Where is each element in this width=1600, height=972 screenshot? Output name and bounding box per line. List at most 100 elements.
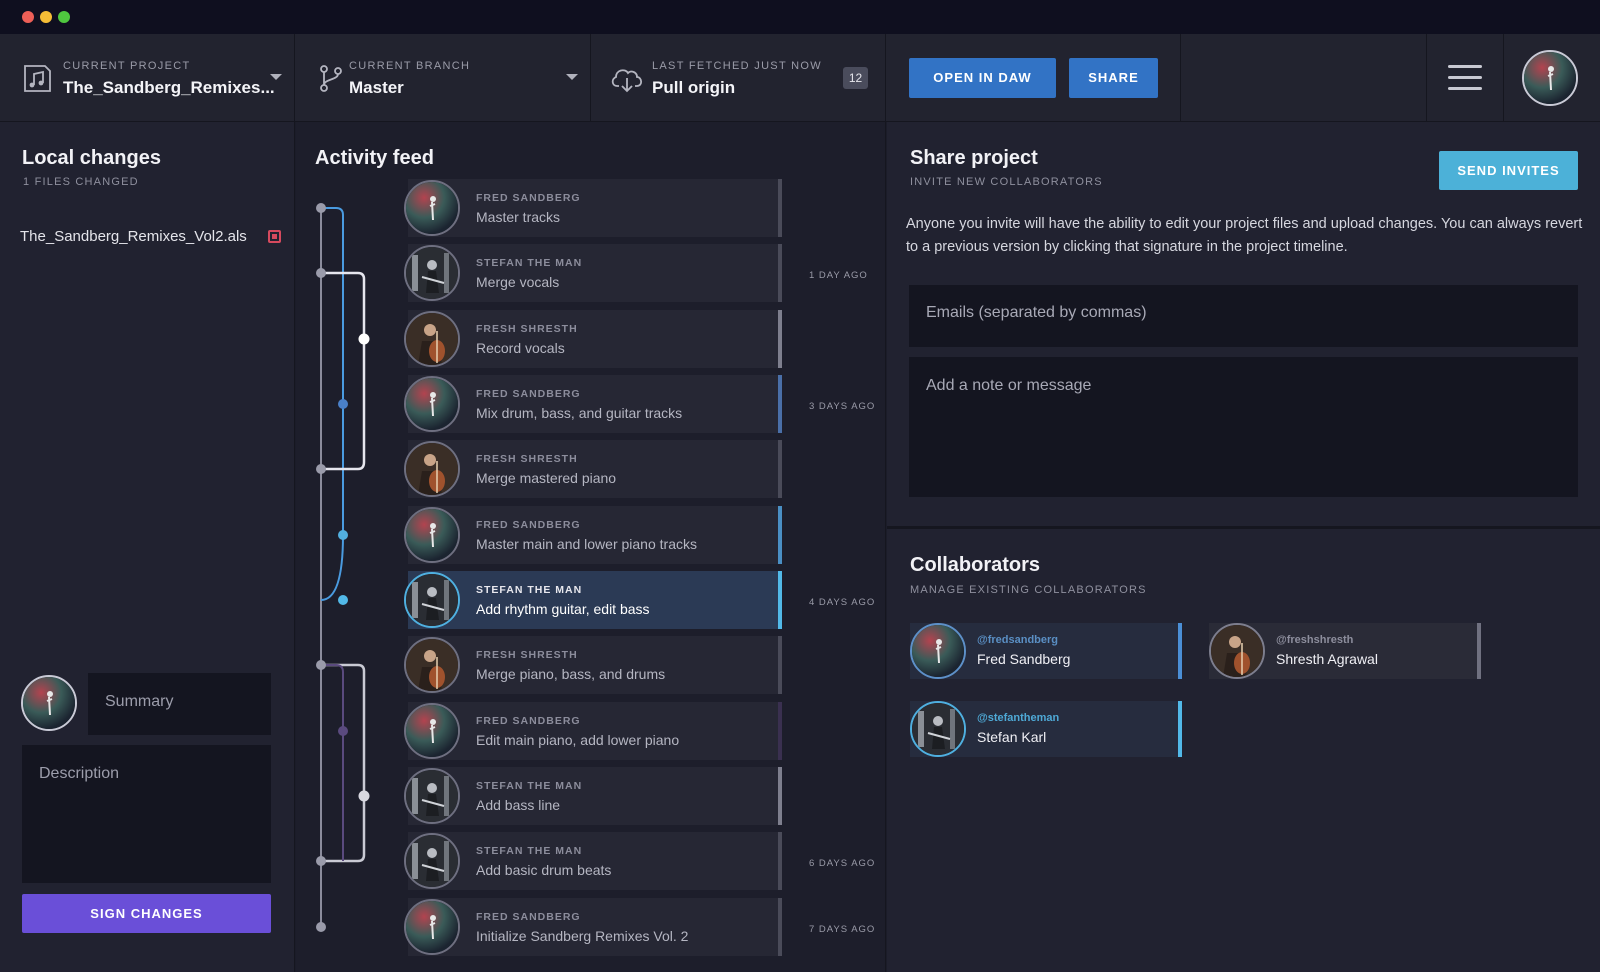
commit-message: Merge vocals — [476, 274, 560, 290]
commit-author: STEFAN THE MAN — [476, 257, 583, 269]
changed-file-name: The_Sandberg_Remixes_Vol2.als — [20, 228, 247, 245]
commit-date-label: 6 DAYS AGO — [809, 858, 876, 869]
fred-avatar — [404, 376, 460, 432]
shresth-avatar — [404, 311, 460, 367]
commit-item[interactable]: FRED SANDBERG Mix drum, bass, and guitar… — [404, 375, 782, 433]
commit-item[interactable]: FRESH SHRESTH Merge piano, bass, and dru… — [404, 636, 782, 694]
commit-item[interactable]: FRED SANDBERG Edit main piano, add lower… — [404, 702, 782, 760]
summary-input[interactable]: Summary — [88, 673, 271, 735]
commit-message: Mix drum, bass, and guitar tracks — [476, 405, 683, 421]
open-in-daw-button[interactable]: OPEN IN DAW — [909, 58, 1056, 98]
commit-item[interactable]: FRED SANDBERG Master tracks — [404, 179, 782, 237]
commit-item[interactable]: STEFAN THE MAN Merge vocals — [404, 244, 782, 302]
collaborators-title: Collaborators — [910, 554, 1041, 576]
collaborator-handle: @freshshresth — [1276, 634, 1354, 646]
share-project-subtitle: INVITE NEW COLLABORATORS — [910, 176, 1103, 188]
commit-item-selected[interactable]: STEFAN THE MAN Add rhythm guitar, edit b… — [404, 571, 782, 629]
collaborator-name: Shresth Agrawal — [1276, 651, 1378, 667]
changed-file-row[interactable]: The_Sandberg_Remixes_Vol2.als — [20, 225, 282, 249]
user-avatar[interactable] — [1522, 50, 1578, 106]
maximize-window-button[interactable] — [58, 11, 70, 23]
chevron-down-icon — [270, 74, 282, 80]
commit-message: Add rhythm guitar, edit bass — [476, 601, 650, 617]
commit-graph — [316, 203, 370, 932]
commit-item[interactable]: FRESH SHRESTH Merge mastered piano — [404, 440, 782, 498]
commit-date-label: 1 DAY AGO — [809, 270, 868, 281]
branch-label: CURRENT BRANCH — [349, 60, 471, 72]
branch-icon — [320, 65, 342, 92]
commit-item[interactable]: FRED SANDBERG Initialize Sandberg Remixe… — [404, 898, 782, 956]
commit-date-label: 3 DAYS AGO — [809, 401, 876, 412]
shresth-avatar — [404, 441, 460, 497]
commit-author: FRED SANDBERG — [476, 388, 581, 400]
commit-item[interactable]: FRED SANDBERG Master main and lower pian… — [404, 506, 782, 564]
commit-message: Edit main piano, add lower piano — [476, 732, 680, 748]
collaborator-name: Fred Sandberg — [977, 651, 1071, 667]
activity-feed-panel: Activity feed FRED SANDBERG Master track… — [296, 122, 886, 972]
commit-message: Initialize Sandberg Remixes Vol. 2 — [476, 928, 689, 944]
collaborator-card[interactable]: @freshshresth Shresth Agrawal — [1209, 623, 1481, 679]
fred-avatar — [910, 623, 966, 679]
share-project-title: Share project — [910, 147, 1038, 169]
collaborator-handle: @stefantheman — [977, 712, 1060, 724]
collaborator-card[interactable]: @fredsandberg Fred Sandberg — [910, 623, 1182, 679]
collaborator-card[interactable]: @stefantheman Stefan Karl — [910, 701, 1182, 757]
commit-author: FRESH SHRESTH — [476, 323, 578, 335]
stefan-avatar — [404, 572, 460, 628]
commit-message: Record vocals — [476, 340, 565, 356]
commit-author: STEFAN THE MAN — [476, 845, 583, 857]
cloud-download-icon — [611, 69, 643, 93]
collaborators-subtitle: MANAGE EXISTING COLLABORATORS — [910, 584, 1147, 596]
fred-avatar — [404, 703, 460, 759]
commit-author: FRED SANDBERG — [476, 715, 581, 727]
pull-origin-label: Pull origin — [652, 78, 736, 97]
share-description: Anyone you invite will have the ability … — [906, 216, 1583, 255]
sign-changes-button[interactable]: SIGN CHANGES — [22, 894, 271, 933]
commit-item[interactable]: STEFAN THE MAN Add basic drum beats — [404, 832, 782, 890]
branch-name: Master — [349, 78, 404, 97]
music-file-icon — [24, 65, 51, 92]
commit-message: Add bass line — [476, 797, 561, 813]
commit-author: STEFAN THE MAN — [476, 584, 583, 596]
close-window-button[interactable] — [22, 11, 34, 23]
branch-selector[interactable]: CURRENT BRANCH Master — [295, 34, 591, 122]
collaborator-name: Stefan Karl — [977, 729, 1047, 745]
top-toolbar: CURRENT PROJECT The_Sandberg_Remixes... … — [0, 34, 1600, 122]
stefan-avatar — [404, 768, 460, 824]
commit-message: Merge mastered piano — [476, 470, 617, 486]
share-panel: Share project INVITE NEW COLLABORATORS S… — [887, 122, 1600, 972]
fetch-label: LAST FETCHED JUST NOW — [652, 60, 822, 72]
commit-message: Add basic drum beats — [476, 862, 612, 878]
minimize-window-button[interactable] — [40, 11, 52, 23]
shresth-avatar — [404, 637, 460, 693]
commit-item[interactable]: FRESH SHRESTH Record vocals — [404, 310, 782, 368]
send-invites-button[interactable]: SEND INVITES — [1439, 151, 1578, 190]
commit-author: FRED SANDBERG — [476, 192, 581, 204]
commit-message: Master tracks — [476, 209, 561, 225]
author-avatar — [21, 675, 77, 731]
message-input[interactable]: Add a note or message — [909, 357, 1578, 497]
local-changes-title: Local changes — [22, 147, 161, 169]
stefan-avatar — [910, 701, 966, 757]
project-selector[interactable]: CURRENT PROJECT The_Sandberg_Remixes... — [0, 34, 295, 122]
chevron-down-icon — [566, 74, 578, 80]
commit-author: FRESH SHRESTH — [476, 649, 578, 661]
commit-author: FRED SANDBERG — [476, 519, 581, 531]
fetch-count-badge: 12 — [843, 67, 868, 89]
stefan-avatar — [404, 833, 460, 889]
section-divider — [887, 526, 1600, 529]
hamburger-menu-icon[interactable] — [1448, 65, 1482, 91]
emails-input[interactable]: Emails (separated by commas) — [909, 285, 1578, 347]
share-button[interactable]: SHARE — [1069, 58, 1158, 98]
commit-author: STEFAN THE MAN — [476, 780, 583, 792]
local-changes-panel: Local changes 1 FILES CHANGED The_Sandbe… — [0, 122, 295, 972]
pull-origin-control[interactable]: LAST FETCHED JUST NOW Pull origin — [591, 34, 886, 122]
commit-author: FRESH SHRESTH — [476, 453, 578, 465]
modified-file-icon — [268, 230, 281, 243]
commit-author: FRED SANDBERG — [476, 911, 581, 923]
commit-item[interactable]: STEFAN THE MAN Add bass line — [404, 767, 782, 825]
description-input[interactable]: Description — [22, 745, 271, 883]
files-changed-count: 1 FILES CHANGED — [23, 176, 139, 188]
fred-avatar — [404, 507, 460, 563]
commit-message: Master main and lower piano tracks — [476, 536, 697, 552]
